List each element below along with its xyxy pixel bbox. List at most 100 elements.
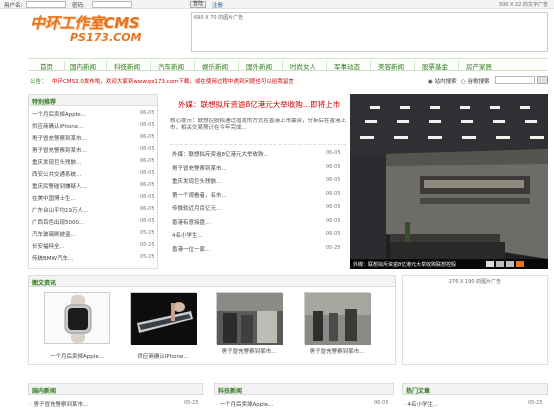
banner-ad-text: 690 X 70 的图片广告 <box>194 15 244 21</box>
password-label: 密码: <box>72 3 85 9</box>
register-link[interactable]: 注册 <box>212 1 223 9</box>
username-label: 用户名: <box>4 3 23 9</box>
box1-item: 男子冒充警察到某市... <box>33 402 89 408</box>
list-item[interactable]: 一个月后卖掉Apple... <box>32 110 86 118</box>
headline-summary: 核心提示：联想控股拟通过增发的方式在香港上市募资，分拆后在香港上市，相关交易预计… <box>170 118 346 131</box>
nav-separator <box>370 61 371 70</box>
list-item[interactable]: 供应商确认iPhone... <box>32 122 83 130</box>
slide-dot-2[interactable] <box>496 261 504 267</box>
nav-item-entertainment[interactable]: 娱乐新闻 <box>202 61 228 71</box>
list-item[interactable]: 男子冒充警察到某市... <box>172 164 227 172</box>
banner-ad[interactable]: 690 X 70 的图片广告 <box>191 12 548 52</box>
list-item[interactable]: · 一个月后卖掉Apple... <box>216 400 273 408</box>
nav-item-tech[interactable]: 科技新闻 <box>114 61 140 71</box>
featured-photo[interactable]: 外媒：联想拟斥资逾8亿港元大举收购联想控股 <box>350 94 548 269</box>
thumb-watch[interactable] <box>44 292 110 344</box>
slide-dot-1[interactable] <box>486 261 494 267</box>
list-date: 06-05 <box>140 146 155 152</box>
nav-item-fashion[interactable]: 时尚女人 <box>290 61 316 71</box>
list-date: 05-25 <box>528 400 543 406</box>
photo-caption-bar: 外媒：联想拟斥资逾8亿港元大举收购联想控股 <box>350 259 548 269</box>
notice-label: 公告： <box>30 79 47 85</box>
list-date: 06-05 <box>140 182 155 188</box>
login-button[interactable]: 登陆 <box>190 1 207 8</box>
nav-separator <box>326 61 327 70</box>
headline-link[interactable]: 外媒：联想拟斥资逾8亿港元大举收购…即将上市 <box>178 99 340 110</box>
slide-dot-3[interactable] <box>506 261 514 267</box>
site-logo-domain: PS173.COM <box>70 31 142 44</box>
notice-text[interactable]: 中环CMS2.0发布啦，欢迎大家到www.ps173.com下载，或在使用过程中… <box>52 77 294 85</box>
list-date: 05-25 <box>140 230 155 236</box>
watch-image <box>64 295 92 343</box>
list-date: 06-05 <box>326 163 341 170</box>
notice-bar: 公告： 中环CMS2.0发布啦，欢迎大家到www.ps173.com下载，或在使… <box>30 75 548 86</box>
nav-item-home[interactable]: 首页 <box>40 61 53 71</box>
nav-item-stocks[interactable]: 股票基金 <box>422 61 448 71</box>
nav-item-realestate[interactable]: 房产家居 <box>466 61 492 71</box>
nav-item-military[interactable]: 军事动态 <box>334 61 360 71</box>
radio-site-label: 站内搜索 <box>434 79 457 85</box>
nav-separator <box>64 61 65 70</box>
box-hot-title: 热门文章 <box>402 383 548 395</box>
nav-separator <box>458 61 459 70</box>
nav-item-international[interactable]: 国外新闻 <box>246 61 272 71</box>
office-lobby-image <box>350 94 548 269</box>
radio-site-search[interactable]: ◉ 站内搜索 <box>428 77 457 85</box>
site-logo[interactable]: 中环工作室CMS <box>30 12 140 33</box>
nav-separator <box>106 61 107 70</box>
list-item[interactable]: 男子冒充警察到某市... <box>32 134 87 142</box>
list-item[interactable]: 长安福特全... <box>32 242 65 250</box>
radio-google-search[interactable]: ○ 谷歌搜索 <box>461 77 490 85</box>
nav-item-auto[interactable]: 汽车新闻 <box>158 61 184 71</box>
slide-dot-4[interactable] <box>516 261 524 267</box>
list-item[interactable]: · 4名小学生... <box>404 400 438 408</box>
list-date: 06-05 <box>326 177 341 183</box>
side-image-ad[interactable]: 276 X 190 的图片广告 <box>402 275 548 365</box>
list-item[interactable]: 在美中国博士生... <box>32 194 76 202</box>
list-date: 05-25 <box>140 254 155 260</box>
divider <box>170 144 346 145</box>
list-item[interactable]: 重庆民警碰到嫌疑人... <box>32 182 87 190</box>
nav-item-beauty[interactable]: 美容新闻 <box>378 61 404 71</box>
list-item[interactable]: 男子冒充警察到某市... <box>32 146 87 154</box>
list-item[interactable]: 香港一位一家... <box>172 245 210 253</box>
nav-separator <box>414 61 415 70</box>
password-input[interactable] <box>92 1 132 8</box>
list-item[interactable]: 传微软近月百亿元... <box>172 204 221 212</box>
thumb-office[interactable] <box>216 292 283 345</box>
list-item[interactable]: 广东台山平均19万人... <box>32 206 88 214</box>
list-item[interactable]: 外媒：联想拟斥资逾8亿港元大举收购... <box>172 150 269 158</box>
nav-item-domestic[interactable]: 国内新闻 <box>70 61 96 71</box>
thumb-scene[interactable] <box>304 292 371 345</box>
list-date: 06-05 <box>326 190 341 197</box>
search-button[interactable] <box>537 76 548 84</box>
nav-separator <box>282 61 283 70</box>
list-item[interactable]: 广西百色出现5000... <box>32 218 84 226</box>
box3-item: 4名小学生... <box>407 402 439 408</box>
thumb-iphone[interactable] <box>130 292 197 345</box>
list-item[interactable]: 4名小学生... <box>172 231 203 239</box>
thumb-watch-caption[interactable]: 一个月后卖掉Apple... <box>44 352 110 360</box>
list-item[interactable]: · 男子冒充警察到某市... <box>30 400 88 408</box>
photo-caption[interactable]: 外媒：联想拟斥资逾8亿港元大举收购联想控股 <box>353 261 456 268</box>
top-login-bar: 用户名: 密码: 登陆 注册 500 X 22 的文字广告 <box>0 0 554 9</box>
list-item[interactable]: 重庆发现巨头残骸... <box>172 177 221 185</box>
list-date: 06-05 <box>140 218 155 224</box>
thumb-office-caption[interactable]: 男子冒充警察到某市... <box>206 349 292 356</box>
thumb-iphone-caption[interactable]: 供应商确认iPhone... <box>130 352 196 360</box>
list-item[interactable]: 第一个观看者，名市... <box>172 191 227 199</box>
top-text-ad: 500 X 22 的文字广告 <box>498 2 548 8</box>
list-date: 06-05 <box>140 158 155 164</box>
featured-title: 特别推荐 <box>28 94 158 106</box>
list-date: 06-05 <box>374 400 389 406</box>
list-item[interactable]: 重庆发现巨头残骸... <box>32 158 81 166</box>
list-item[interactable]: 传统BMW汽车... <box>32 254 73 262</box>
username-input[interactable] <box>26 1 66 8</box>
box-domestic-title: 国内新闻 <box>28 383 203 395</box>
thumb-scene-caption[interactable]: 男子冒充警察到某市... <box>294 349 380 356</box>
list-date: 06-05 <box>140 170 155 176</box>
list-item[interactable]: 香港有意接盘... <box>172 218 210 226</box>
list-item[interactable]: 西安公共交通系统... <box>32 170 81 178</box>
search-input[interactable] <box>495 76 535 84</box>
list-item[interactable]: 汽车玻璃刷被盗... <box>32 230 76 238</box>
